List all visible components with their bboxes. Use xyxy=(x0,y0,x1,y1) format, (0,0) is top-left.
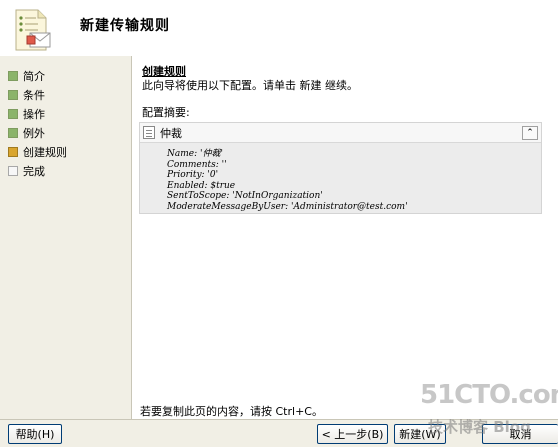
property-line: Comments: '' xyxy=(167,159,227,170)
section-description: 此向导将使用以下配置。请单击 新建 继续。 xyxy=(142,79,358,92)
wizard-document-icon xyxy=(15,9,51,51)
rule-document-icon xyxy=(143,126,155,139)
step-current-icon xyxy=(8,146,18,157)
configuration-summary-label: 配置摘要: xyxy=(142,106,190,119)
step-introduction[interactable]: 简介 xyxy=(8,66,67,85)
rule-name: 仲裁 xyxy=(160,126,182,140)
help-button[interactable]: 帮助(H) xyxy=(8,424,62,444)
step-label: 条件 xyxy=(23,88,45,102)
step-create-rule[interactable]: 创建规则 xyxy=(8,142,67,161)
back-button[interactable]: < 上一步(B) xyxy=(317,424,388,444)
step-exceptions[interactable]: 例外 xyxy=(8,123,67,142)
step-label: 操作 xyxy=(23,107,45,121)
step-complete-icon xyxy=(8,127,18,138)
wizard-title: 新建传输规则 xyxy=(80,18,170,34)
copy-hint: 若要复制此页的内容，请按 Ctrl+C。 xyxy=(140,405,323,418)
step-conditions[interactable]: 条件 xyxy=(8,85,67,104)
property-line: Enabled: $true xyxy=(167,180,236,191)
watermark-caption: 技术博客 Blog xyxy=(428,418,531,436)
wizard-header: 新建传输规则 xyxy=(0,0,558,56)
step-complete-icon xyxy=(8,108,18,119)
step-list: 简介 条件 操作 例外 创建规则 完成 xyxy=(8,66,67,180)
property-line: Priority: '0' xyxy=(167,170,219,180)
collapse-icon[interactable]: ⌃ xyxy=(522,126,538,140)
step-label: 简介 xyxy=(23,69,45,83)
step-navigation: 简介 条件 操作 例外 创建规则 完成 xyxy=(0,56,131,419)
step-label: 创建规则 xyxy=(23,145,67,159)
content-pane: 创建规则 此向导将使用以下配置。请单击 新建 继续。 配置摘要: 仲裁 ⌃ Na… xyxy=(131,56,558,419)
property-list: Name: '仲裁' Comments: '' Priority: '0' En… xyxy=(140,143,541,212)
wizard-body: 简介 条件 操作 例外 创建规则 完成 创建规则 此向导将使用以下配置。请单击 … xyxy=(0,56,558,419)
step-pending-icon xyxy=(8,165,18,176)
property-line: SentToScope: 'NotInOrganization' xyxy=(167,191,323,201)
property-line: Name: '仲裁' xyxy=(167,149,223,159)
step-completion: 完成 xyxy=(8,161,67,180)
step-label: 例外 xyxy=(23,126,45,140)
step-complete-icon xyxy=(8,89,18,100)
summary-header: 仲裁 ⌃ xyxy=(140,123,541,143)
configuration-summary-panel[interactable]: 仲裁 ⌃ Name: '仲裁' Comments: '' Priority: '… xyxy=(139,122,542,214)
step-complete-icon xyxy=(8,70,18,81)
watermark-logo: 51CTO.com xyxy=(420,380,558,410)
step-label: 完成 xyxy=(23,164,45,178)
property-line: ModerateMessageByUser: 'Administrator@te… xyxy=(167,201,408,212)
step-actions[interactable]: 操作 xyxy=(8,104,67,123)
